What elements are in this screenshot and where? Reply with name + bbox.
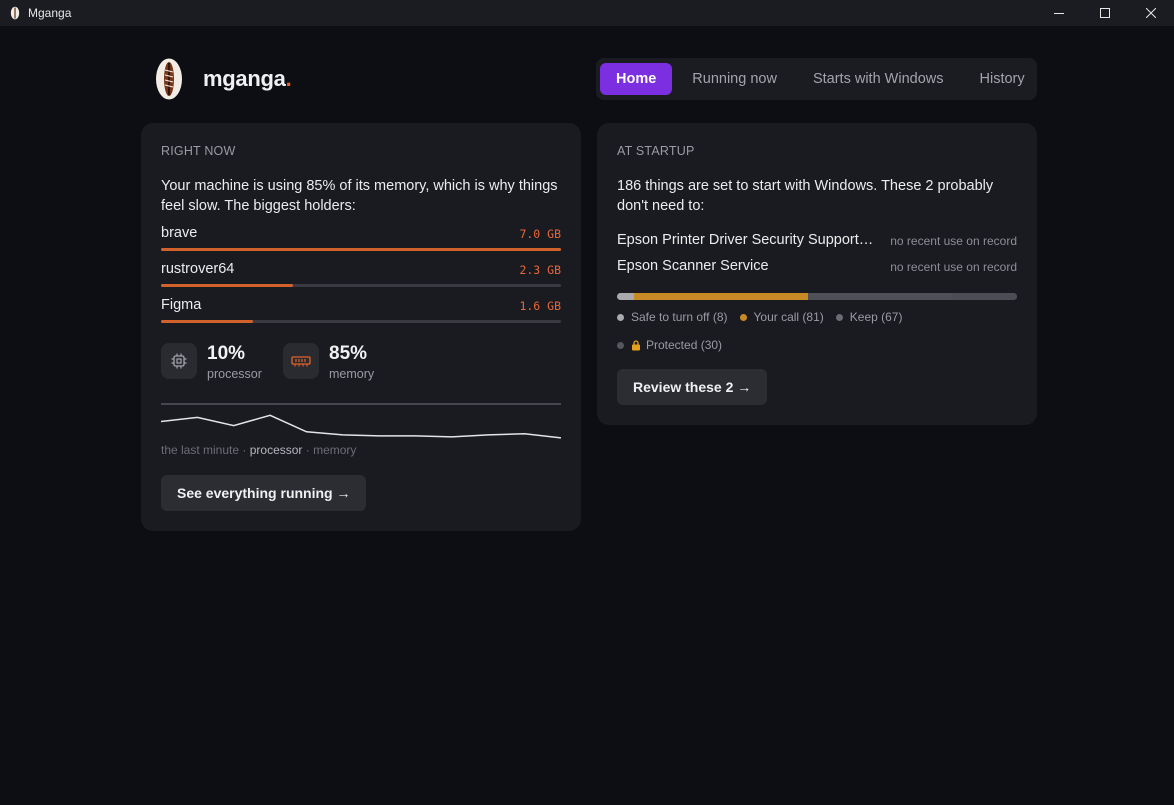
shield-logo-icon <box>155 58 183 100</box>
startup-item[interactable]: Epson Printer Driver Security Support T.… <box>617 232 1017 252</box>
legend-keep: Keep (67) <box>835 310 902 324</box>
legend-dot <box>617 341 624 349</box>
processor-line <box>161 414 561 439</box>
process-bar <box>161 320 561 323</box>
process-row: brave 7.0 GB <box>161 225 561 251</box>
process-name: Figma <box>161 297 202 313</box>
process-name: rustrover64 <box>161 261 235 277</box>
right-now-kicker: RIGHT NOW <box>161 144 236 158</box>
window-controls <box>1036 0 1174 26</box>
right-now-card: RIGHT NOW Your machine is using 85% of i… <box>141 123 581 531</box>
main-nav: Home Running now Starts with Windows His… <box>596 58 1037 100</box>
maximize-icon[interactable] <box>1082 0 1128 26</box>
usage-sparkline <box>161 403 561 439</box>
legend-protected: Protected (30) <box>617 338 722 352</box>
close-icon[interactable] <box>1128 0 1174 26</box>
cpu-icon <box>161 343 197 379</box>
legend-safe: Safe to turn off (8) <box>617 310 728 324</box>
ram-icon <box>283 343 319 379</box>
process-size: 7.0 GB <box>519 227 561 241</box>
process-row: rustrover64 2.3 GB <box>161 261 561 287</box>
process-bar <box>161 248 561 251</box>
startup-item-note: no recent use on record <box>890 234 1017 248</box>
lock-icon <box>631 339 641 351</box>
memory-summary: Your machine is using 85% of its memory,… <box>161 178 558 214</box>
brand-name: mganga. <box>203 66 292 91</box>
at-startup-card: AT STARTUP 186 things are set to start w… <box>597 123 1037 425</box>
stack-seg-safe <box>617 293 635 300</box>
minimize-icon[interactable] <box>1036 0 1082 26</box>
processor-value: 10% <box>207 343 246 364</box>
window-title: Mganga <box>28 6 72 20</box>
app-header: mganga. Home Running now Starts with Win… <box>141 58 1037 100</box>
sparkline-caption: the last minute · processor · memory <box>161 443 357 457</box>
memory-label: memory <box>329 367 375 381</box>
legend-your-call: Your call (81) <box>739 310 824 324</box>
tab-starts-with-windows[interactable]: Starts with Windows <box>797 63 960 95</box>
tab-history[interactable]: History <box>964 63 1041 95</box>
legend-dot <box>835 313 843 321</box>
process-row: Figma 1.6 GB <box>161 297 561 323</box>
startup-summary: 186 things are set to start with Windows… <box>617 178 994 214</box>
startup-legend: Protected (30) <box>617 337 734 353</box>
process-bar <box>161 284 561 287</box>
process-bar-fill <box>161 248 561 251</box>
stack-seg-keep <box>808 293 953 300</box>
startup-legend: Safe to turn off (8) Your call (81) Keep… <box>617 309 914 325</box>
app-icon <box>8 6 22 20</box>
startup-item-note: no recent use on record <box>890 260 1017 274</box>
startup-item[interactable]: Epson Scanner Service no recent use on r… <box>617 258 1017 278</box>
process-size: 2.3 GB <box>519 263 561 277</box>
startup-item-name: Epson Printer Driver Security Support T.… <box>617 232 877 248</box>
title-bar: Mganga <box>0 0 1174 26</box>
process-bar-fill <box>161 284 293 287</box>
startup-breakdown-bar <box>617 293 1017 300</box>
legend-dot <box>739 313 747 321</box>
stack-seg-your-call <box>634 293 809 300</box>
startup-item-name: Epson Scanner Service <box>617 258 769 274</box>
at-startup-kicker: AT STARTUP <box>617 144 695 158</box>
memory-value: 85% <box>329 343 368 364</box>
process-name: brave <box>161 225 198 241</box>
review-these-button[interactable]: Review these 2 → <box>617 369 768 405</box>
process-bar-fill <box>161 320 253 323</box>
process-size: 1.6 GB <box>519 299 561 313</box>
legend-dot <box>617 313 624 321</box>
processor-label: processor <box>207 367 262 381</box>
tab-home[interactable]: Home <box>600 63 673 95</box>
see-everything-running-button[interactable]: See everything running → <box>161 475 367 511</box>
tab-running-now[interactable]: Running now <box>676 63 793 95</box>
stack-seg-protected <box>952 293 1017 300</box>
